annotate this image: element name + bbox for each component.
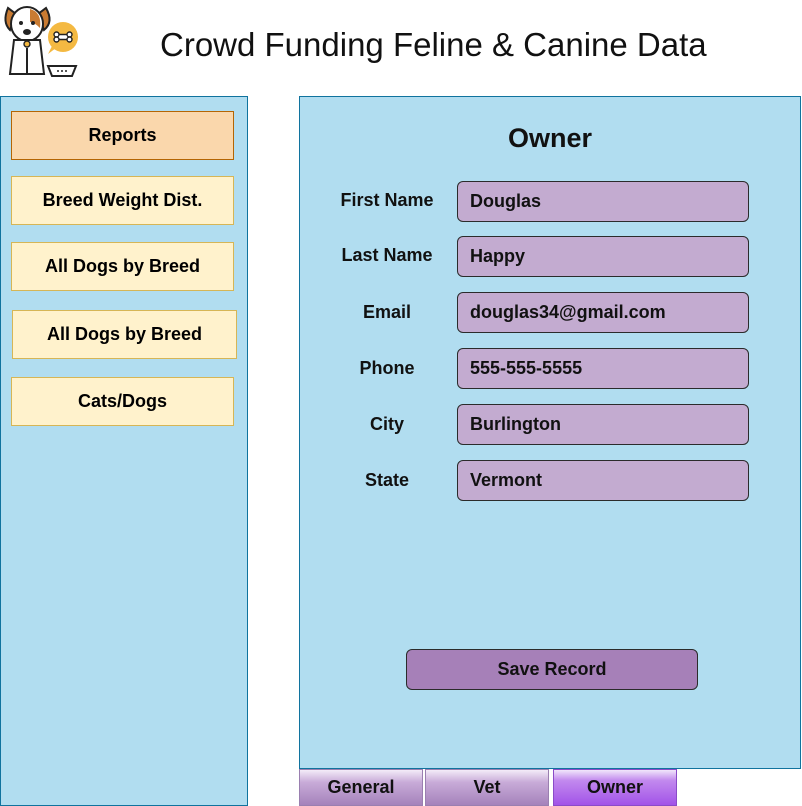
- first-name-label: First Name: [340, 190, 434, 210]
- last-name-field[interactable]: [457, 236, 749, 277]
- city-label: City: [369, 414, 404, 434]
- phone-field[interactable]: [457, 348, 749, 389]
- sidebar-item-reports[interactable]: Reports: [11, 111, 234, 160]
- sidebar: Reports Breed Weight Dist. All Dogs by B…: [0, 96, 248, 806]
- app-title: Crowd Funding Feline & Canine Data: [160, 26, 707, 63]
- save-record-button[interactable]: Save Record: [406, 649, 698, 690]
- state-field[interactable]: [457, 460, 749, 501]
- panel-title: Owner: [507, 123, 593, 153]
- dog-with-bone-thought-icon: [4, 6, 78, 77]
- email-field[interactable]: [457, 292, 749, 333]
- tab-owner[interactable]: Owner: [553, 769, 677, 806]
- last-name-label: Last Name: [341, 245, 433, 265]
- sidebar-item-breed-weight-dist[interactable]: Breed Weight Dist.: [11, 176, 234, 225]
- owner-panel: Owner First Name Last Name Email Phone C…: [299, 96, 801, 769]
- phone-label: Phone: [359, 358, 415, 378]
- first-name-field[interactable]: [457, 181, 749, 222]
- email-label: Email: [362, 302, 412, 322]
- sidebar-item-all-dogs-by-breed[interactable]: All Dogs by Breed: [11, 242, 234, 291]
- tab-general[interactable]: General: [299, 769, 423, 806]
- city-field[interactable]: [457, 404, 749, 445]
- sidebar-item-all-dogs-by-breed-2[interactable]: All Dogs by Breed: [12, 310, 237, 359]
- state-label: State: [364, 470, 409, 490]
- tab-vet[interactable]: Vet: [425, 769, 549, 806]
- sidebar-item-cats-dogs[interactable]: Cats/Dogs: [11, 377, 234, 426]
